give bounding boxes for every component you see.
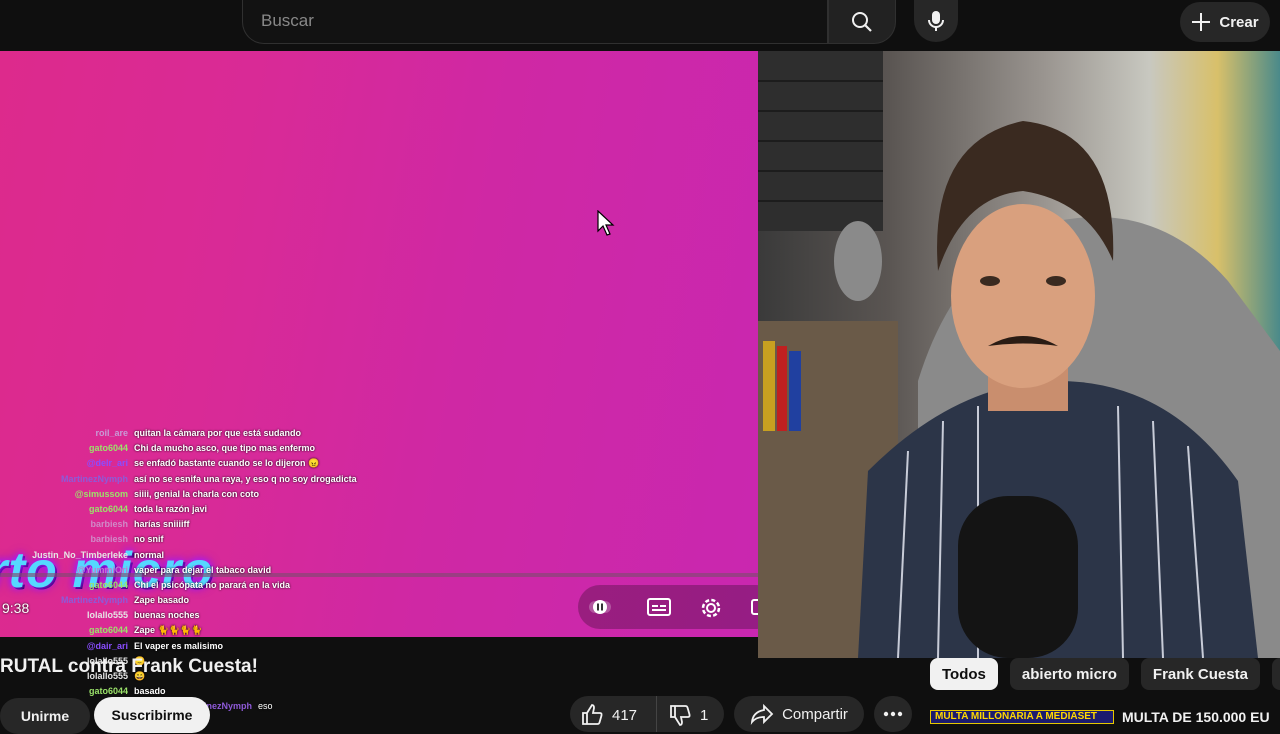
filter-chip[interactable]: R (1271, 658, 1280, 690)
dislike-button[interactable]: 1 (668, 703, 708, 727)
recommendation-chips: Todos abierto micro Frank Cuesta R (930, 658, 1280, 690)
chat-username: @delr_ari (86, 458, 128, 469)
filter-chip[interactable]: Todos (930, 658, 998, 690)
chat-username: @simussom (74, 488, 128, 499)
chat-username: MartinezNymph (60, 473, 128, 484)
chat-text: buenas noches (134, 610, 200, 621)
chat-text: así no se esnifa una raya, y eso q no so… (134, 473, 357, 484)
plus-icon (1192, 13, 1211, 31)
video-title: RUTAL contra Frank Cuesta! (0, 656, 258, 677)
chat-text: Chi el psicópata no parará en la vida (134, 579, 291, 590)
join-button[interactable]: Unirme (0, 698, 90, 734)
chat-message: gato6044 Chi el psicópata no parará en la… (0, 580, 400, 595)
more-actions-button[interactable] (874, 696, 912, 732)
chat-username: gato6044 (88, 686, 128, 697)
chat-text: El vaper es malisimo (134, 640, 224, 651)
miniplayer-icon (751, 599, 758, 615)
chat-text: no snif (134, 534, 164, 545)
chat-username: MartinezNymph (60, 595, 128, 606)
search-input[interactable]: Buscar (261, 11, 314, 31)
recommendation-thumbnail-text[interactable]: MULTA MILLONARIA A MEDIASET (930, 710, 1114, 724)
chat-message: @simussom siiii, genial la charla con cot… (0, 489, 400, 504)
chat-message: MartinezNymph Zape basado (0, 595, 400, 610)
chat-username: roil_are (95, 428, 128, 438)
like-button[interactable]: 417 (580, 703, 637, 727)
chat-text: Zape basado (134, 595, 190, 606)
streamer-webcam-image (758, 51, 1280, 658)
chat-text: eso (258, 701, 273, 712)
masthead: Buscar Crear (0, 0, 1280, 51)
recommendation-title[interactable]: MULTA DE 150.000 EU (1122, 709, 1270, 725)
share-button[interactable]: Compartir (734, 696, 864, 732)
chat-message: MartinezNymph así no se esnifa una raya, … (0, 474, 400, 489)
create-label: Crear (1219, 13, 1259, 31)
chat-username: Justin_No_Timberleke (32, 549, 128, 560)
chat-username: gato6044 (88, 579, 128, 590)
chat-text: vaper para dejar el tabaco david (134, 564, 272, 575)
chat-username: @dair_ari (86, 640, 128, 651)
chat-username: gato6044 (88, 503, 128, 514)
chat-message: @delr_ari se enfadó bastante cuando se lo… (0, 458, 400, 473)
dislike-count: 1 (700, 706, 709, 724)
chat-text: Zape 🐈🐈🐈🐈 (134, 625, 203, 636)
chat-message: @YummiOri vaper para dejar el tabaco davi… (0, 565, 400, 580)
chat-message: Justin_No_Timberleke normal (0, 550, 400, 565)
chat-text: toda la razón javi (134, 503, 208, 514)
search-box[interactable]: Buscar (242, 0, 828, 44)
pause-button[interactable] (588, 595, 612, 624)
mouse-cursor-icon (597, 210, 615, 236)
voice-search-button[interactable] (914, 0, 958, 42)
chat-message: roil_are quitan la cámara por que está su… (0, 428, 400, 443)
create-button[interactable]: Crear (1180, 2, 1270, 42)
chat-message: lolallo555 buenas noches (0, 610, 400, 625)
microphone-icon (928, 11, 944, 31)
chat-message: gato6044 toda la razón javi (0, 504, 400, 519)
chat-username: gato6044 (88, 443, 128, 454)
search-button[interactable] (828, 0, 896, 44)
thumbs-down-icon (670, 705, 691, 726)
settings-button[interactable] (698, 595, 724, 626)
gear-icon (701, 598, 721, 618)
more-horizontal-icon (883, 711, 903, 717)
like-count: 417 (612, 706, 638, 724)
chat-text: Chi da mucho asco, que tipo mas enfermo (134, 443, 316, 454)
chat-username: lolallo555 (86, 610, 128, 621)
pause-icon (589, 600, 611, 614)
chat-message: barbiesh no snif (0, 534, 400, 549)
subscribe-button[interactable]: Suscribirme (94, 697, 210, 733)
subtitles-icon (647, 598, 671, 616)
chat-username: gato6044 (88, 625, 128, 636)
webcam-feed (758, 51, 1280, 658)
chat-message: gato6044 Zape 🐈🐈🐈🐈 (0, 625, 400, 640)
miniplayer-button[interactable] (750, 595, 758, 624)
chat-message: @dair_ari El vaper es malisimo (0, 641, 400, 656)
chat-text: basado (134, 686, 166, 697)
share-icon (750, 703, 774, 725)
chat-username: @YummiOri (76, 564, 128, 575)
like-dislike-group: 417 1 (570, 696, 724, 732)
thumbs-up-icon (582, 704, 603, 725)
like-divider (656, 696, 657, 732)
chat-message: gato6044 Chi da mucho asco, que tipo mas … (0, 443, 400, 458)
chat-username: barbiesh (90, 534, 128, 545)
filter-chip[interactable]: Frank Cuesta (1140, 658, 1260, 690)
chat-text: se enfadó bastante cuando se lo dijeron … (134, 458, 320, 469)
chat-text: harías sniiiiff (134, 519, 190, 530)
player-controls (578, 585, 758, 629)
search-icon (852, 11, 872, 32)
subtitles-button[interactable] (646, 595, 672, 624)
chat-message: barbiesh harías sniiiiff (0, 519, 400, 534)
chat-text: siiii, genial la charla con coto (134, 488, 260, 499)
chat-username: barbiesh (90, 519, 128, 530)
chat-text: normal (134, 549, 165, 560)
chat-text: quitan la cámara por que está sudando (134, 428, 302, 438)
filter-chip[interactable]: abierto micro (1009, 658, 1129, 690)
